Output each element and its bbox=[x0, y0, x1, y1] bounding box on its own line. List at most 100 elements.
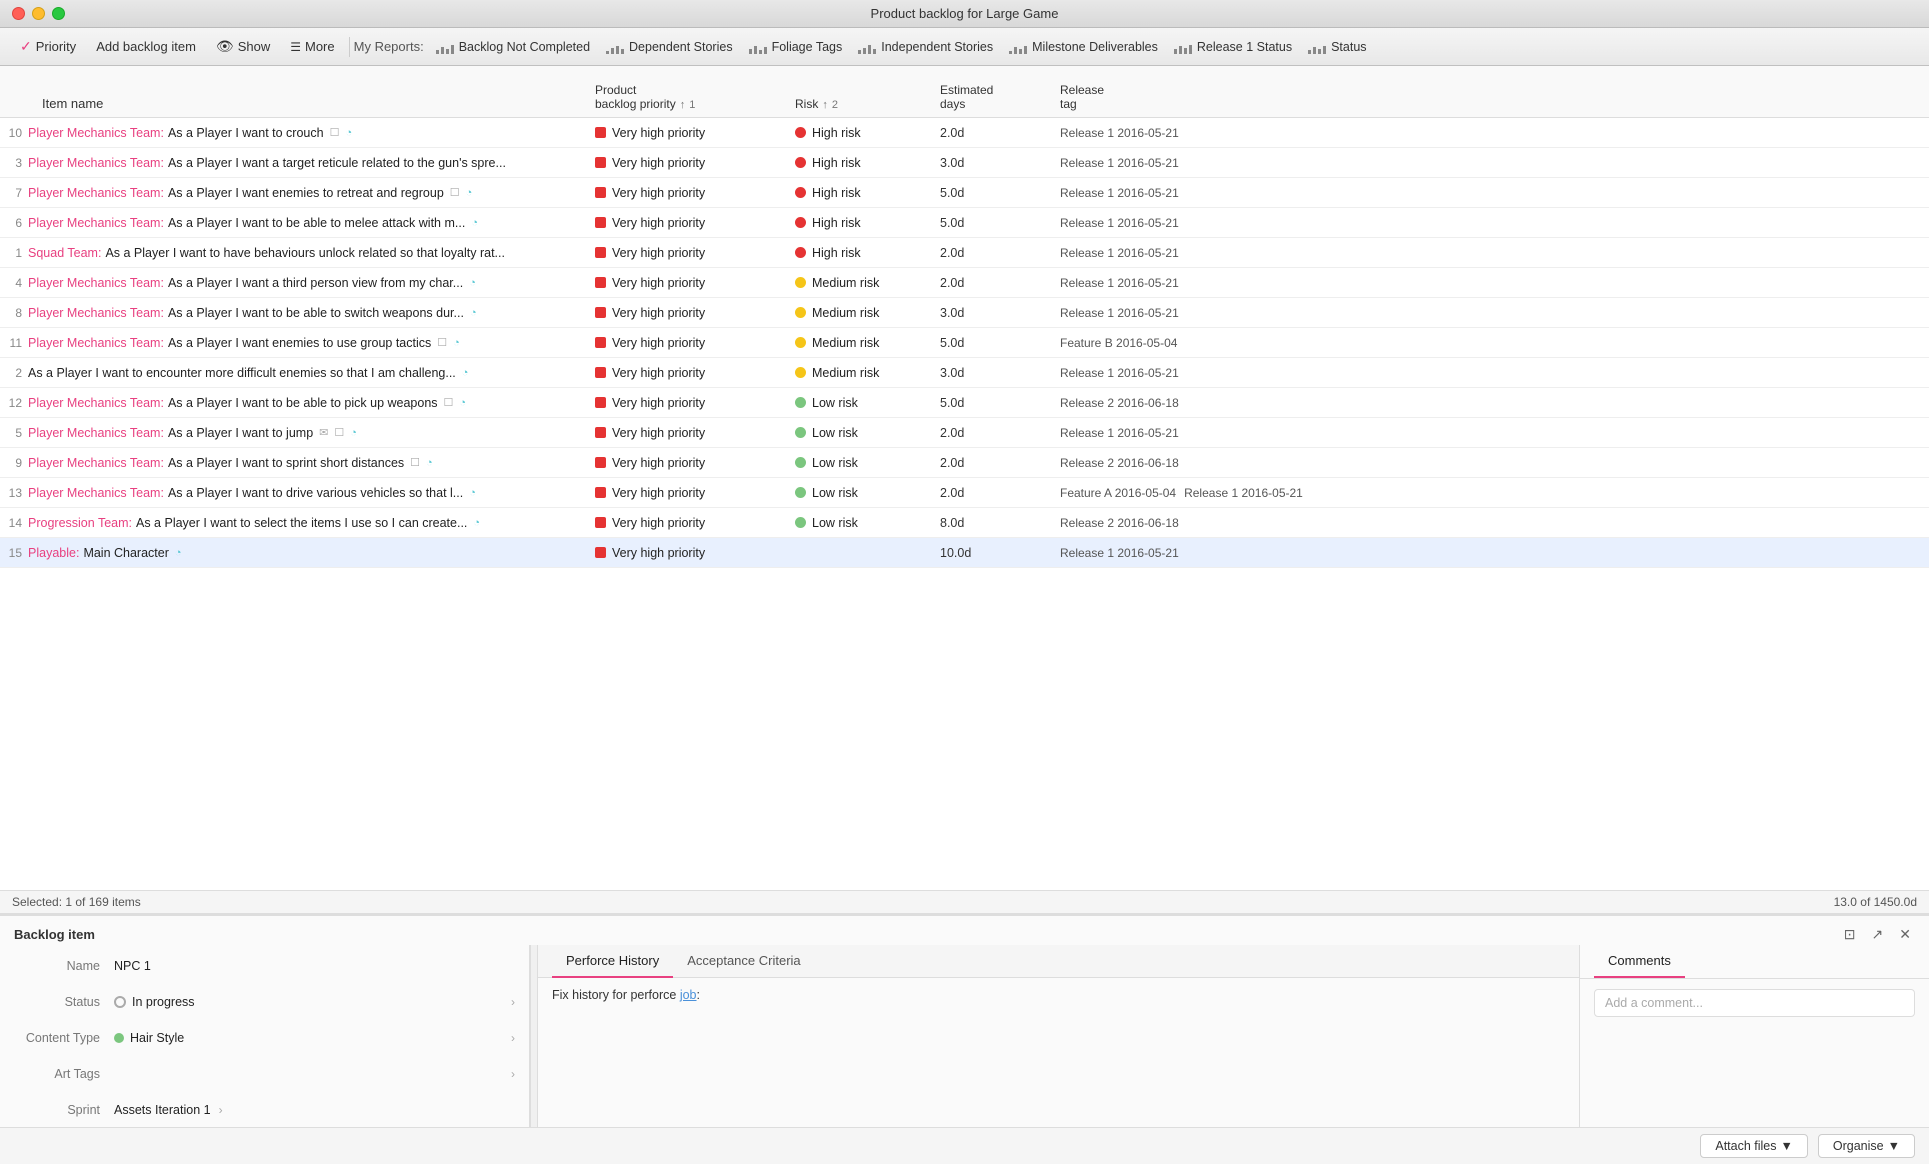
status-value: In progress bbox=[114, 995, 195, 1009]
priority-dot bbox=[595, 457, 606, 468]
priority-dot bbox=[595, 157, 606, 168]
priority-text: Very high priority bbox=[612, 156, 705, 170]
bottom-header-actions: ⊡ ↗ ✕ bbox=[1840, 924, 1915, 945]
add-backlog-button[interactable]: Add backlog item bbox=[86, 35, 206, 58]
table-row[interactable]: 3Player Mechanics Team: As a Player I wa… bbox=[0, 148, 1929, 178]
release-tag: Release 1 2016-05-21 bbox=[1060, 306, 1179, 320]
more-button[interactable]: ☰ More bbox=[280, 35, 344, 58]
show-button[interactable]: 👁 Show bbox=[206, 34, 280, 59]
row-desc: As a Player I want to be able to switch … bbox=[168, 306, 464, 320]
team-name: Player Mechanics Team: bbox=[28, 126, 164, 140]
row-priority: Very high priority bbox=[595, 156, 795, 170]
row-desc: As a Player I want to select the items I… bbox=[136, 516, 467, 530]
row-desc: As a Player I want a target reticule rel… bbox=[168, 156, 506, 170]
table-row[interactable]: 1Squad Team: As a Player I want to have … bbox=[0, 238, 1929, 268]
table-row[interactable]: 2As a Player I want to encounter more di… bbox=[0, 358, 1929, 388]
table-row[interactable]: 4Player Mechanics Team: As a Player I wa… bbox=[0, 268, 1929, 298]
report-status[interactable]: Status bbox=[1300, 36, 1374, 58]
tab-acceptance-criteria[interactable]: Acceptance Criteria bbox=[673, 945, 814, 978]
circle-icon: ◔ bbox=[471, 217, 478, 229]
report-release1-status[interactable]: Release 1 Status bbox=[1166, 36, 1300, 58]
table-row[interactable]: 13Player Mechanics Team: As a Player I w… bbox=[0, 478, 1929, 508]
comments-tab[interactable]: Comments bbox=[1594, 945, 1685, 978]
row-desc: As a Player I want to be able to melee a… bbox=[168, 216, 465, 230]
priority-text: Very high priority bbox=[612, 396, 705, 410]
expand-button[interactable]: ⊡ bbox=[1840, 924, 1860, 945]
report-independent-label: Independent Stories bbox=[881, 40, 993, 54]
report-dependent-stories[interactable]: Dependent Stories bbox=[598, 36, 741, 58]
organise-button[interactable]: Organise ▼ bbox=[1818, 1134, 1915, 1158]
row-estimate: 5.0d bbox=[940, 186, 1060, 200]
table-row[interactable]: 11Player Mechanics Team: As a Player I w… bbox=[0, 328, 1929, 358]
detail-left: Name NPC 1 Status In progress › Content … bbox=[0, 945, 530, 1127]
main-content: Item name Productbacklog priority ↑ 1 Ri… bbox=[0, 66, 1929, 1164]
risk-dot bbox=[795, 367, 806, 378]
row-number: 11 bbox=[0, 336, 28, 350]
row-number: 15 bbox=[0, 546, 28, 560]
table-row[interactable]: 12Player Mechanics Team: As a Player I w… bbox=[0, 388, 1929, 418]
tab-perforce-history[interactable]: Perforce History bbox=[552, 945, 673, 978]
row-number: 2 bbox=[0, 366, 28, 380]
art-tags-expand-icon[interactable]: › bbox=[511, 1067, 515, 1081]
priority-dot bbox=[595, 217, 606, 228]
content-type-expand-icon[interactable]: › bbox=[511, 1031, 515, 1045]
maximize-button[interactable] bbox=[52, 7, 65, 20]
checkbox-icon: ☐ bbox=[410, 456, 420, 469]
bar-chart-icon-4 bbox=[858, 40, 876, 54]
circle-icon: ◔ bbox=[426, 457, 433, 469]
add-comment-input[interactable]: Add a comment... bbox=[1594, 989, 1915, 1017]
table-row[interactable]: 6Player Mechanics Team: As a Player I wa… bbox=[0, 208, 1929, 238]
row-priority: Very high priority bbox=[595, 456, 795, 470]
close-detail-button[interactable]: ✕ bbox=[1895, 924, 1915, 945]
row-name: Player Mechanics Team: As a Player I wan… bbox=[28, 186, 595, 200]
release-tag: Feature B 2016-05-04 bbox=[1060, 336, 1177, 350]
row-estimate: 2.0d bbox=[940, 246, 1060, 260]
row-priority: Very high priority bbox=[595, 336, 795, 350]
email-icon: ✉ bbox=[319, 426, 328, 439]
table-row[interactable]: 15Playable: Main Character◔Very high pri… bbox=[0, 538, 1929, 568]
row-release-tags: Release 1 2016-05-21 bbox=[1060, 366, 1179, 380]
col-header-risk[interactable]: Risk ↑ 2 bbox=[795, 97, 940, 111]
row-desc: As a Player I want to sprint short dista… bbox=[168, 456, 404, 470]
row-release-tags: Release 2 2016-06-18 bbox=[1060, 456, 1179, 470]
circle-icon: ◔ bbox=[469, 277, 476, 289]
detail-sprint-row: Sprint Assets Iteration 1 › bbox=[14, 1097, 515, 1123]
priority-toolbar-item[interactable]: ✓ Priority bbox=[10, 34, 86, 59]
row-estimate: 3.0d bbox=[940, 306, 1060, 320]
release-tag: Release 1 2016-05-21 bbox=[1060, 426, 1179, 440]
table-row[interactable]: 10Player Mechanics Team: As a Player I w… bbox=[0, 118, 1929, 148]
release-tag: Release 1 2016-05-21 bbox=[1184, 486, 1303, 500]
row-desc: As a Player I want to crouch bbox=[168, 126, 324, 140]
table-row[interactable]: 8Player Mechanics Team: As a Player I wa… bbox=[0, 298, 1929, 328]
close-button[interactable] bbox=[12, 7, 25, 20]
priority-text: Very high priority bbox=[612, 126, 705, 140]
team-name: Player Mechanics Team: bbox=[28, 336, 164, 350]
report-milestone-deliverables[interactable]: Milestone Deliverables bbox=[1001, 36, 1166, 58]
row-number: 4 bbox=[0, 276, 28, 290]
sprint-expand-icon[interactable]: › bbox=[219, 1103, 223, 1117]
col-header-priority[interactable]: Productbacklog priority ↑ 1 bbox=[595, 83, 795, 111]
external-link-button[interactable]: ↗ bbox=[1868, 924, 1888, 945]
report-foliage-tags[interactable]: Foliage Tags bbox=[741, 36, 851, 58]
row-estimate: 5.0d bbox=[940, 216, 1060, 230]
risk-text: Low risk bbox=[812, 516, 858, 530]
team-name: Playable: bbox=[28, 546, 79, 560]
perforce-link[interactable]: job bbox=[680, 988, 697, 1002]
report-backlog-not-completed[interactable]: Backlog Not Completed bbox=[428, 36, 598, 58]
table-row[interactable]: 5Player Mechanics Team: As a Player I wa… bbox=[0, 418, 1929, 448]
row-priority: Very high priority bbox=[595, 366, 795, 380]
row-estimate: 2.0d bbox=[940, 276, 1060, 290]
table-row[interactable]: 14Progression Team: As a Player I want t… bbox=[0, 508, 1929, 538]
table-row[interactable]: 7Player Mechanics Team: As a Player I wa… bbox=[0, 178, 1929, 208]
row-risk: Low risk bbox=[795, 456, 940, 470]
row-release-tags: Release 1 2016-05-21 bbox=[1060, 426, 1179, 440]
minimize-button[interactable] bbox=[32, 7, 45, 20]
status-expand-icon[interactable]: › bbox=[511, 995, 515, 1009]
detail-status-row: Status In progress › bbox=[14, 989, 515, 1015]
report-independent-stories[interactable]: Independent Stories bbox=[850, 36, 1001, 58]
row-desc: As a Player I want to be able to pick up… bbox=[168, 396, 438, 410]
table-row[interactable]: 9Player Mechanics Team: As a Player I wa… bbox=[0, 448, 1929, 478]
row-priority: Very high priority bbox=[595, 246, 795, 260]
attach-files-button[interactable]: Attach files ▼ bbox=[1700, 1134, 1808, 1158]
priority-dot bbox=[595, 487, 606, 498]
